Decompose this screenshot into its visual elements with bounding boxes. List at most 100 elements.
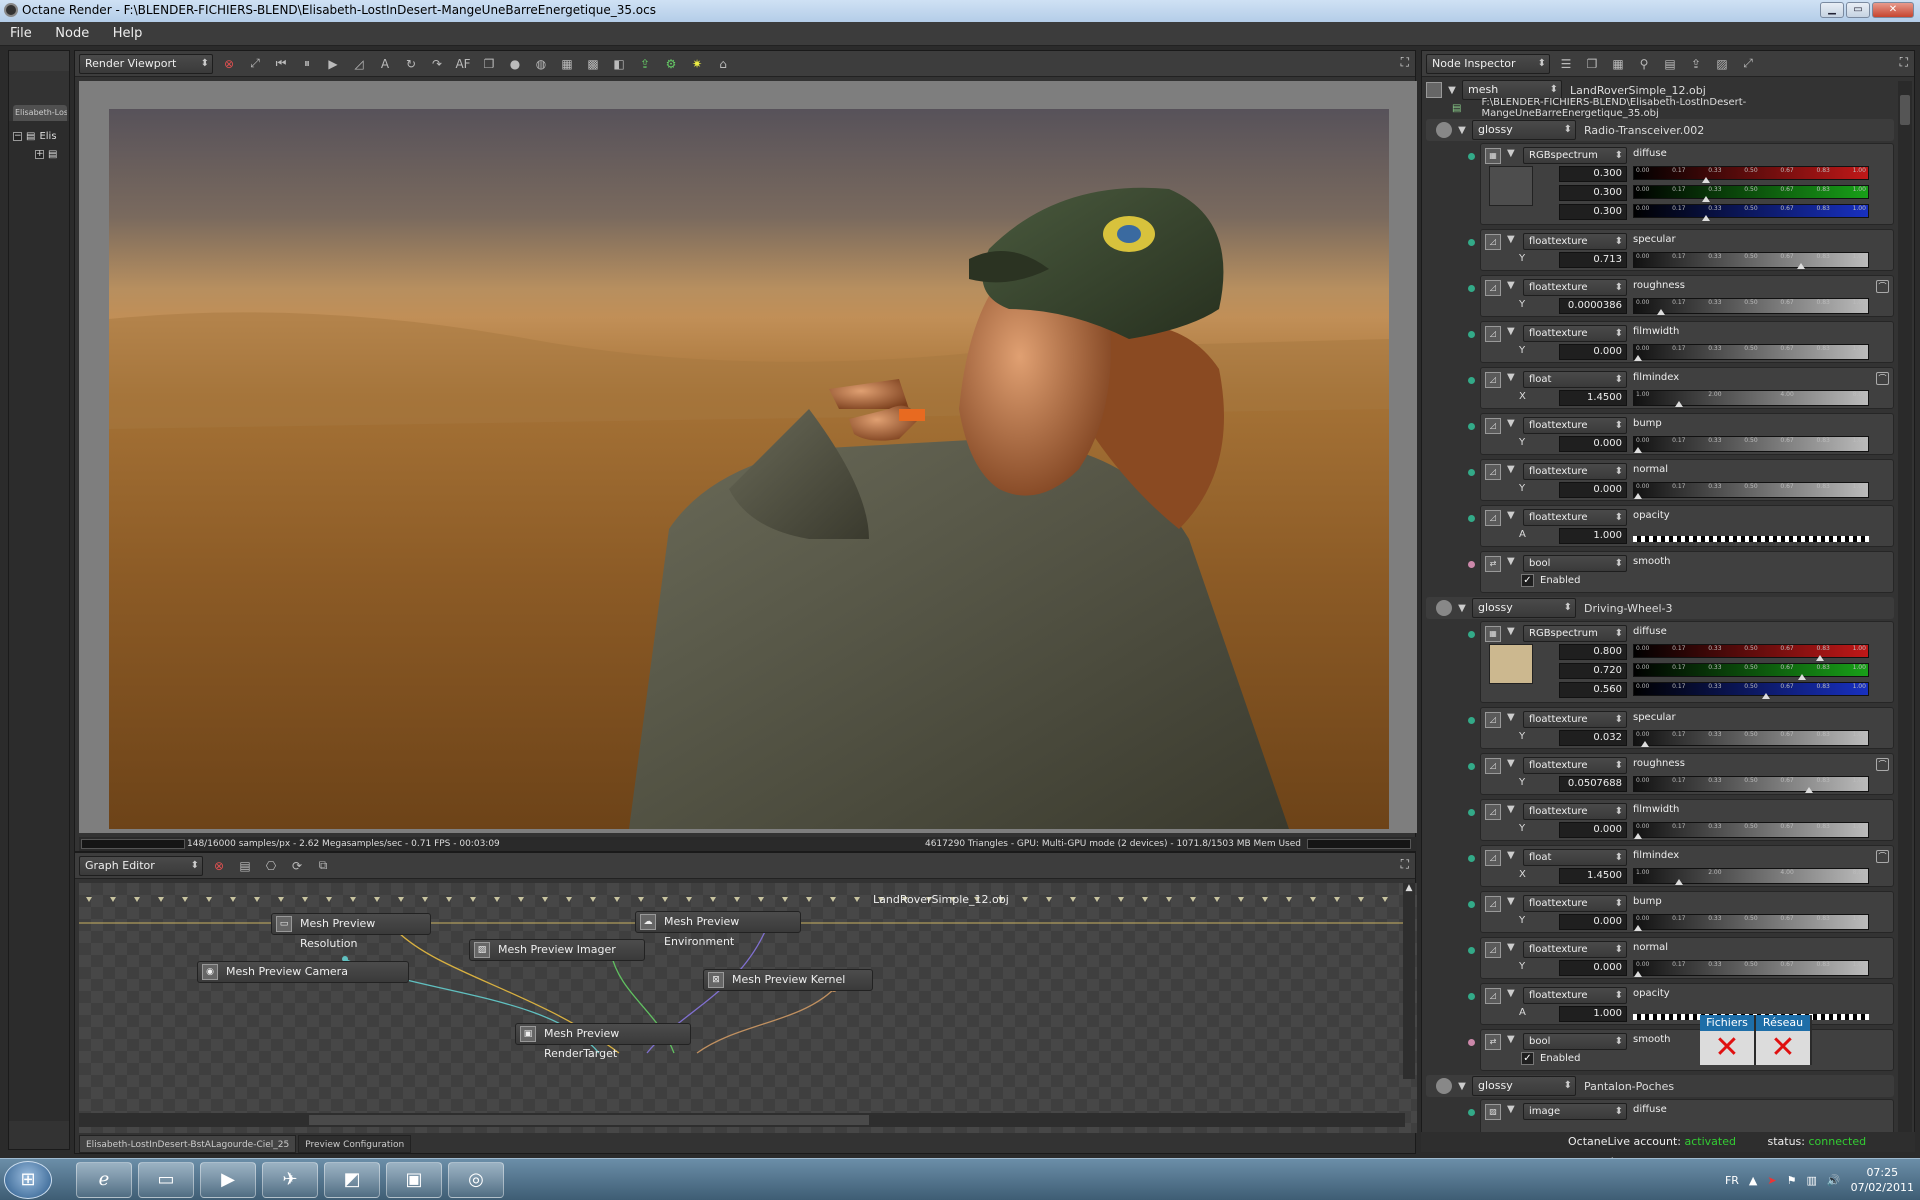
- curve-icon[interactable]: ⌒: [1876, 280, 1889, 293]
- inspector-scrollbar[interactable]: [1898, 81, 1912, 1137]
- texture-type-selector[interactable]: RGBspectrum: [1523, 147, 1627, 164]
- mesh-preview-resolution-node[interactable]: ▭ Mesh Preview Resolution: [271, 913, 431, 950]
- collapse-all-icon[interactable]: ☰: [1556, 54, 1576, 74]
- normal-slider[interactable]: 0.00 0.17 0.33 0.50 0.67 0.83 1.00: [1633, 960, 1869, 977]
- opacity-value-field[interactable]: 1.000: [1559, 1006, 1627, 1022]
- material-type-selector[interactable]: glossy: [1472, 120, 1576, 140]
- save-graph-icon[interactable]: ▤: [235, 856, 255, 876]
- focus-picker-icon[interactable]: ◿: [349, 54, 369, 74]
- normal-value-field[interactable]: 0.000: [1559, 482, 1627, 498]
- tree-root-item[interactable]: − ▤ Elis: [13, 127, 65, 145]
- checkbox[interactable]: ✓: [1521, 574, 1534, 587]
- render-image[interactable]: [109, 109, 1389, 829]
- graph-hscrollbar[interactable]: [79, 1113, 1405, 1127]
- tray-app-icon[interactable]: ➤: [1767, 1174, 1776, 1187]
- texture-type-selector[interactable]: image: [1523, 1103, 1627, 1120]
- expand-all-icon[interactable]: ❐: [1582, 54, 1602, 74]
- tray-expand-icon[interactable]: ▲: [1749, 1174, 1757, 1187]
- specular-value-field[interactable]: 0.032: [1559, 730, 1627, 746]
- color-b-slider[interactable]: 0.00 0.17 0.33 0.50 0.67 0.83 1.00: [1633, 682, 1869, 699]
- clock[interactable]: 07:25 07/02/2011: [1851, 1165, 1914, 1195]
- mesh-preview-environment-node[interactable]: ☁ Mesh Preview Environment: [635, 911, 801, 948]
- action-center-icon[interactable]: ⚑: [1787, 1174, 1797, 1187]
- collapse-material-icon[interactable]: ▼: [1456, 603, 1468, 614]
- bump-attr[interactable]: ◿▼floattexturebumpY0.0000.000.170.330.50…: [1468, 891, 1894, 933]
- table-icon[interactable]: ▤: [1660, 54, 1680, 74]
- copy-icon[interactable]: ❐: [479, 54, 499, 74]
- material-type-selector[interactable]: glossy: [1472, 598, 1576, 618]
- collapse-material-icon[interactable]: ▼: [1456, 125, 1468, 136]
- diffuse-rgb-attr[interactable]: ▦▼RGBspectrumdiffuse0.8000.000.170.330.5…: [1468, 621, 1894, 703]
- filmindex-value-field[interactable]: 1.4500: [1559, 868, 1627, 884]
- curve-icon[interactable]: ⌒: [1876, 372, 1889, 385]
- texture-type-selector[interactable]: floattexture: [1523, 987, 1627, 1004]
- menu-help[interactable]: Help: [103, 22, 153, 46]
- auto-focus-icon[interactable]: A: [375, 54, 395, 74]
- filmwidth-attr[interactable]: ◿▼floattexturefilmwidthY0.0000.000.170.3…: [1468, 799, 1894, 841]
- save-icon[interactable]: ▦: [1608, 54, 1628, 74]
- specular-slider[interactable]: 0.00 0.17 0.33 0.50 0.67 0.83 1.00: [1633, 730, 1869, 747]
- material-picker-icon[interactable]: ●: [505, 54, 525, 74]
- maximize-button[interactable]: ▭: [1846, 2, 1870, 18]
- checkbox[interactable]: ✓: [1521, 1052, 1534, 1065]
- smooth-toggle[interactable]: ✓ Enabled: [1521, 574, 1580, 587]
- rotate-icon[interactable]: ↻: [401, 54, 421, 74]
- color-r-field[interactable]: 0.300: [1559, 166, 1627, 182]
- filmwidth-value-field[interactable]: 0.000: [1559, 822, 1627, 838]
- color-r-slider[interactable]: 0.00 0.17 0.33 0.50 0.67 0.83 1.00: [1633, 166, 1869, 183]
- color-b-field[interactable]: 0.300: [1559, 204, 1627, 220]
- filmindex-slider[interactable]: 1.00 2.00 4.00 8.00: [1633, 868, 1869, 885]
- screenshot-app-icon[interactable]: ▣: [386, 1162, 442, 1198]
- refresh-icon[interactable]: ⟳: [287, 856, 307, 876]
- graph-editor-selector[interactable]: Graph Editor: [79, 855, 203, 876]
- reseau-disconnected-icon[interactable]: ✕: [1756, 1031, 1810, 1065]
- texture-type-selector[interactable]: floattexture: [1523, 803, 1627, 820]
- redo-icon[interactable]: ↷: [427, 54, 447, 74]
- collapse-mesh-icon[interactable]: ▼: [1446, 85, 1458, 96]
- color-g-field[interactable]: 0.720: [1559, 663, 1627, 679]
- language-indicator[interactable]: FR: [1725, 1174, 1739, 1187]
- normal-attr[interactable]: ◿▼floattexturenormalY0.0000.000.170.330.…: [1468, 459, 1894, 501]
- material-header[interactable]: ▼ glossy Pantalon-Poches: [1426, 1075, 1894, 1097]
- texture-type-selector[interactable]: floattexture: [1523, 757, 1627, 774]
- viewport-canvas[interactable]: [79, 81, 1417, 833]
- scene-tab[interactable]: Elisabeth-LostIn: [13, 105, 67, 121]
- texture-type-selector[interactable]: floattexture: [1523, 233, 1627, 250]
- menu-node[interactable]: Node: [45, 22, 99, 46]
- roughness-value-field[interactable]: 0.0000386: [1559, 298, 1627, 314]
- tidy-icon[interactable]: ⧉: [313, 856, 333, 876]
- roughness-attr[interactable]: ◿▼floattextureroughnessY0.00003860.000.1…: [1468, 275, 1894, 317]
- color-r-field[interactable]: 0.800: [1559, 644, 1627, 660]
- curve-icon[interactable]: ⌒: [1876, 758, 1889, 771]
- material-header[interactable]: ▼ glossy Driving-Wheel-3: [1426, 597, 1894, 619]
- filmwidth-slider[interactable]: 0.00 0.17 0.33 0.50 0.67 0.83 1.00: [1633, 822, 1869, 839]
- volume-icon[interactable]: 🔊: [1827, 1174, 1841, 1187]
- collapse-icon[interactable]: −: [13, 131, 22, 141]
- filmindex-slider[interactable]: 1.00 2.00 4.00 8.00: [1633, 390, 1869, 407]
- texture-type-selector[interactable]: floattexture: [1523, 895, 1627, 912]
- specular-value-field[interactable]: 0.713: [1559, 252, 1627, 268]
- restart-icon[interactable]: ⏮: [271, 54, 291, 74]
- color-b-field[interactable]: 0.560: [1559, 682, 1627, 698]
- reset-camera-icon[interactable]: ⤢: [245, 54, 265, 74]
- opacity-attr[interactable]: ◿▼floattextureopacityA1.000: [1468, 505, 1894, 547]
- media-player-icon[interactable]: ▶: [200, 1162, 256, 1198]
- smooth-attr[interactable]: ⇄▼boolsmooth✓Enabled: [1468, 1029, 1894, 1071]
- color-g-slider[interactable]: 0.00 0.17 0.33 0.50 0.67 0.83 1.00: [1633, 185, 1869, 202]
- link-icon[interactable]: ⚲: [1634, 54, 1654, 74]
- texture-type-selector[interactable]: RGBspectrum: [1523, 625, 1627, 642]
- color-r-slider[interactable]: 0.00 0.17 0.33 0.50 0.67 0.83 1.00: [1633, 644, 1869, 661]
- filmindex-attr[interactable]: ◿▼floatfilmindexX1.45001.002.004.008.00⌒: [1468, 845, 1894, 887]
- maximize-graph-icon[interactable]: ⛶: [1401, 857, 1409, 872]
- bump-slider[interactable]: 0.00 0.17 0.33 0.50 0.67 0.83 1.00: [1633, 914, 1869, 931]
- roughness-attr[interactable]: ◿▼floattextureroughnessY0.05076880.000.1…: [1468, 753, 1894, 795]
- export-node-icon[interactable]: ⇪: [1686, 54, 1706, 74]
- export-icon[interactable]: ⇪: [635, 54, 655, 74]
- roughness-value-field[interactable]: 0.0507688: [1559, 776, 1627, 792]
- internet-explorer-icon[interactable]: ℯ: [76, 1162, 132, 1198]
- collapse-material-icon[interactable]: ▼: [1456, 1081, 1468, 1092]
- texture-type-selector[interactable]: floattexture: [1523, 279, 1627, 296]
- material-header[interactable]: ▼ glossy Radio-Transceiver.002: [1426, 119, 1894, 141]
- smooth-toggle[interactable]: ✓ Enabled: [1521, 1052, 1580, 1065]
- roughness-slider[interactable]: 0.00 0.17 0.33 0.50 0.67 0.83 1.00: [1633, 776, 1869, 793]
